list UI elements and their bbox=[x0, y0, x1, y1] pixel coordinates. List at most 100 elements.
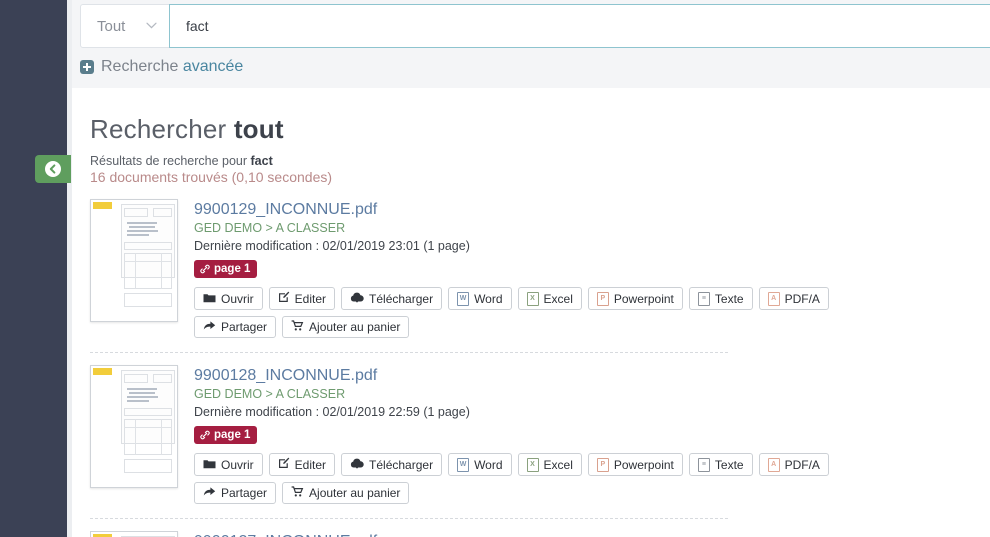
pdf-icon: A bbox=[767, 291, 780, 306]
export-text-button[interactable]: ≡ Texte bbox=[688, 287, 753, 310]
export-excel-button[interactable]: X Excel bbox=[517, 287, 582, 310]
search-input[interactable] bbox=[184, 17, 990, 35]
export-powerpoint-label: Powerpoint bbox=[613, 291, 674, 306]
result-divider bbox=[90, 518, 728, 519]
highlight-marker bbox=[93, 368, 112, 375]
app-root: Tout Recherche avancée Rechercher tout R… bbox=[0, 0, 990, 537]
page-badge-label: page 1 bbox=[214, 429, 251, 441]
chevron-down-icon bbox=[146, 21, 157, 32]
search-bar: Tout bbox=[80, 4, 990, 48]
open-button-label: Ouvrir bbox=[221, 457, 254, 472]
link-icon bbox=[200, 430, 210, 440]
share-button-label: Partager bbox=[221, 486, 268, 500]
page-badge: page 1 bbox=[194, 426, 258, 444]
results-for-line: Résultats de recherche pour fact bbox=[90, 154, 990, 168]
document-thumbnail[interactable] bbox=[90, 199, 178, 322]
download-button[interactable]: Télécharger bbox=[341, 453, 443, 476]
result-meta: 9900128_INCONNUE.pdf GED DEMO > A CLASSE… bbox=[194, 365, 990, 504]
results-panel: Rechercher tout Résultats de recherche p… bbox=[72, 88, 990, 537]
share-button[interactable]: Partager bbox=[194, 316, 277, 338]
export-word-button[interactable]: W Word bbox=[448, 453, 512, 476]
edit-button[interactable]: Editer bbox=[268, 287, 336, 310]
highlight-marker bbox=[93, 202, 112, 209]
export-excel-button[interactable]: X Excel bbox=[517, 453, 582, 476]
export-powerpoint-label: Powerpoint bbox=[613, 457, 674, 472]
download-button-label: Télécharger bbox=[369, 457, 434, 472]
sidebar-collapse-button[interactable] bbox=[35, 155, 71, 183]
document-thumbnail[interactable] bbox=[90, 531, 178, 537]
result-divider bbox=[90, 352, 728, 353]
export-pdfa-label: PDF/A bbox=[784, 291, 820, 306]
result-actions-secondary: Partager Ajouter au panier bbox=[194, 316, 990, 338]
result-meta: 9900127_INCONNUE.pdf GED DEMO > A CLASSE… bbox=[194, 531, 990, 537]
document-thumbnail[interactable] bbox=[90, 365, 178, 488]
link-icon bbox=[200, 264, 210, 274]
page-badge-label: page 1 bbox=[214, 263, 251, 275]
share-button[interactable]: Partager bbox=[194, 482, 277, 504]
pencil-square-icon bbox=[278, 291, 290, 306]
share-arrow-icon bbox=[203, 320, 216, 334]
result-actions-primary: Ouvrir Editer Télécharger W Word X Excel… bbox=[194, 287, 990, 310]
download-button[interactable]: Télécharger bbox=[341, 287, 443, 310]
cloud-download-icon bbox=[350, 458, 364, 472]
result-title-link[interactable]: 9900129_INCONNUE.pdf bbox=[194, 201, 377, 219]
pdf-icon: A bbox=[767, 457, 780, 472]
download-button-label: Télécharger bbox=[369, 291, 434, 306]
pencil-square-icon bbox=[278, 457, 290, 472]
advanced-search-toggle[interactable]: Recherche avancée bbox=[80, 58, 243, 76]
export-pdfa-button[interactable]: A PDF/A bbox=[758, 287, 829, 310]
results-count: 16 documents trouvés (0,10 secondes) bbox=[90, 169, 333, 185]
result-title-link[interactable]: 9900128_INCONNUE.pdf bbox=[194, 367, 377, 385]
advanced-search-prefix: Recherche bbox=[101, 58, 183, 75]
search-scope-dropdown[interactable]: Tout bbox=[81, 5, 169, 47]
advanced-search-link[interactable]: avancée bbox=[183, 58, 244, 75]
word-icon: W bbox=[457, 457, 470, 472]
edit-button[interactable]: Editer bbox=[268, 453, 336, 476]
add-to-cart-button[interactable]: Ajouter au panier bbox=[282, 316, 410, 338]
export-word-label: Word bbox=[474, 457, 503, 472]
export-powerpoint-button[interactable]: P Powerpoint bbox=[587, 453, 683, 476]
export-text-label: Texte bbox=[714, 291, 744, 306]
export-text-button[interactable]: ≡ Texte bbox=[688, 453, 753, 476]
export-text-label: Texte bbox=[714, 457, 744, 472]
result-item: 9900129_INCONNUE.pdf GED DEMO > A CLASSE… bbox=[90, 199, 990, 352]
cart-icon bbox=[291, 320, 304, 334]
result-item: 9900128_INCONNUE.pdf GED DEMO > A CLASSE… bbox=[90, 365, 990, 518]
folder-icon bbox=[203, 292, 216, 306]
result-title-link[interactable]: 9900127_INCONNUE.pdf bbox=[194, 533, 377, 537]
cart-icon bbox=[291, 486, 304, 500]
edit-button-label: Editer bbox=[294, 291, 327, 306]
result-modified: Dernière modification : 02/01/2019 22:59… bbox=[194, 405, 470, 419]
add-to-cart-label: Ajouter au panier bbox=[309, 486, 401, 500]
open-button[interactable]: Ouvrir bbox=[194, 453, 263, 476]
export-word-button[interactable]: W Word bbox=[448, 287, 512, 310]
open-button[interactable]: Ouvrir bbox=[194, 287, 263, 310]
result-path: GED DEMO > A CLASSER bbox=[194, 387, 346, 401]
folder-icon bbox=[203, 458, 216, 472]
excel-icon: X bbox=[526, 291, 539, 306]
edit-button-label: Editer bbox=[294, 457, 327, 472]
open-button-label: Ouvrir bbox=[221, 291, 254, 306]
export-excel-label: Excel bbox=[543, 457, 573, 472]
search-input-wrapper[interactable] bbox=[169, 4, 990, 48]
results-for-term: fact bbox=[250, 154, 273, 168]
result-modified: Dernière modification : 02/01/2019 23:01… bbox=[194, 239, 470, 253]
text-file-icon: ≡ bbox=[697, 457, 710, 472]
advanced-search-label: Recherche avancée bbox=[101, 58, 243, 76]
excel-icon: X bbox=[526, 457, 539, 472]
result-actions-primary: Ouvrir Editer Télécharger W Word X Excel… bbox=[194, 453, 990, 476]
export-pdfa-label: PDF/A bbox=[784, 457, 820, 472]
export-powerpoint-button[interactable]: P Powerpoint bbox=[587, 287, 683, 310]
result-meta: 9900129_INCONNUE.pdf GED DEMO > A CLASSE… bbox=[194, 199, 990, 338]
search-scope-label: Tout bbox=[97, 17, 126, 35]
left-sidebar bbox=[0, 0, 67, 537]
add-to-cart-button[interactable]: Ajouter au panier bbox=[282, 482, 410, 504]
result-actions-secondary: Partager Ajouter au panier bbox=[194, 482, 990, 504]
export-pdfa-button[interactable]: A PDF/A bbox=[758, 453, 829, 476]
cloud-download-icon bbox=[350, 292, 364, 306]
export-excel-label: Excel bbox=[543, 291, 573, 306]
arrow-left-circle-icon bbox=[44, 160, 62, 178]
export-word-label: Word bbox=[474, 291, 503, 306]
page-title-prefix: Rechercher bbox=[90, 114, 234, 144]
results-for-prefix: Résultats de recherche pour bbox=[90, 154, 251, 168]
